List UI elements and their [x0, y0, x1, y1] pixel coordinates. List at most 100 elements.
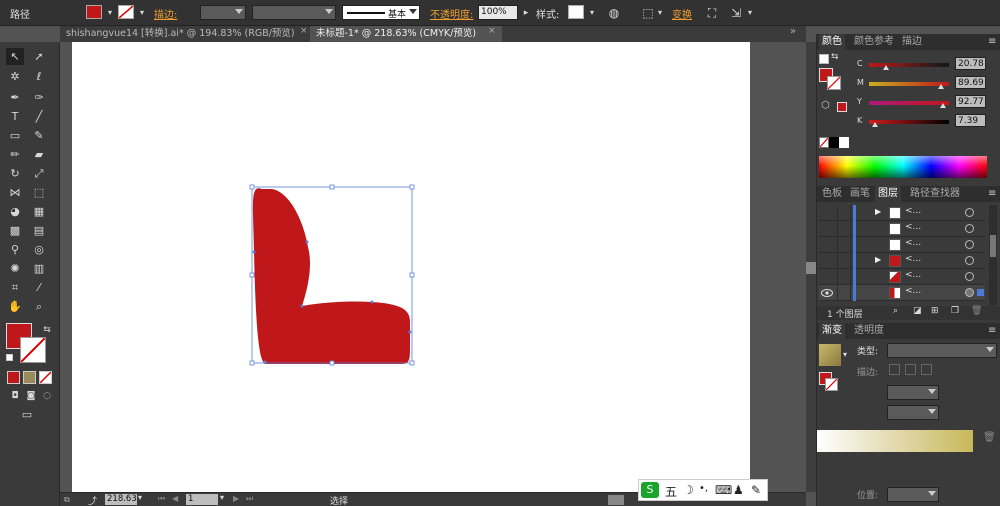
layer-name[interactable]: <... [905, 206, 921, 216]
cyan-slider-knob[interactable] [882, 65, 889, 70]
locate-object-icon[interactable]: ⌕ [893, 306, 898, 316]
spectrum-none-swatch[interactable] [819, 137, 829, 148]
gradient-aspect-input[interactable] [887, 405, 939, 420]
vertical-scroll-thumb[interactable] [806, 262, 816, 274]
arrange-dropdown-icon[interactable]: ▾ [742, 5, 758, 21]
mesh-tool-icon[interactable]: ▩ [6, 222, 24, 239]
line-tool-icon[interactable]: ╱ [30, 108, 48, 125]
swap-colors-icon[interactable]: ⇆ [38, 322, 56, 339]
ime-mode-label[interactable]: 五 [665, 483, 677, 500]
lock-toggle[interactable] [837, 285, 851, 301]
eraser-tool-icon[interactable]: ▰ [30, 146, 48, 163]
paintbrush-tool-icon[interactable]: ✎ [30, 127, 48, 144]
layer-name[interactable]: <... [905, 286, 921, 296]
artboard-dropdown-icon[interactable]: ▾ [220, 493, 224, 502]
opacity-label[interactable]: 不透明度: [430, 6, 473, 21]
eyedropper-tool-icon[interactable]: ⚲ [6, 241, 24, 258]
tab-transparency[interactable]: 透明度 [851, 323, 887, 339]
stroke-gradient-option-icon[interactable] [921, 364, 932, 375]
layers-scroll-thumb[interactable] [990, 235, 996, 257]
lock-toggle[interactable] [837, 221, 851, 237]
stroke-gradient-option-icon[interactable] [905, 364, 916, 375]
vertical-scrollbar[interactable] [806, 42, 816, 492]
selection-tool-icon[interactable]: ↖ [6, 48, 24, 65]
next-artboard-icon[interactable]: ▶ [233, 494, 239, 503]
tab-color[interactable]: 颜色 [819, 34, 845, 50]
transform-link[interactable]: 变换 [672, 6, 692, 21]
half-width-icon[interactable]: ☽ [683, 483, 694, 497]
hand-tool-icon[interactable]: ✋ [6, 298, 24, 315]
cyan-slider[interactable] [869, 63, 949, 67]
prev-artboard-icon[interactable]: ◀ [172, 494, 178, 503]
layer-row[interactable]: <... [819, 269, 985, 285]
tab-layers[interactable]: 图层 [875, 186, 901, 202]
curvature-tool-icon[interactable]: ✑ [30, 89, 48, 106]
gradient-mode-icon[interactable] [23, 371, 36, 384]
draw-inside-icon[interactable]: ◌ [38, 388, 56, 405]
slice-tool-icon[interactable]: ⁄ [30, 279, 48, 296]
gradient-position-input[interactable] [887, 487, 939, 502]
stroke-label[interactable]: 描边: [154, 6, 177, 21]
punctuation-icon[interactable]: •, [699, 483, 708, 494]
cyan-value-input[interactable]: 20.78 [955, 57, 986, 70]
expand-triangle-icon[interactable]: ▶ [875, 255, 881, 264]
target-icon[interactable] [965, 208, 974, 217]
lock-toggle[interactable] [837, 237, 851, 253]
artboard-tool-icon[interactable]: ⌗ [6, 279, 24, 296]
recolor-icon[interactable]: ◍ [606, 5, 622, 21]
layer-row[interactable]: <... [819, 237, 985, 253]
perspective-grid-tool-icon[interactable]: ▦ [30, 203, 48, 220]
lock-toggle[interactable] [837, 205, 851, 221]
layer-row[interactable]: ▶ <... [819, 253, 985, 269]
artboard-nav-icon[interactable]: ⧉ [64, 495, 70, 505]
zoom-popup-icon[interactable]: ⤴ [88, 494, 97, 506]
stroke-swatch[interactable] [118, 5, 134, 19]
rectangle-tool-icon[interactable]: ▭ [6, 127, 24, 144]
keyboard-icon[interactable]: ⌨ [715, 483, 732, 497]
pencil-tool-icon[interactable]: ✏ [6, 146, 24, 163]
color-spectrum[interactable] [819, 156, 987, 178]
opacity-input[interactable]: 100% [478, 5, 518, 20]
close-icon[interactable]: × [300, 26, 308, 36]
selected-l-shape[interactable] [252, 188, 410, 364]
shape-builder-tool-icon[interactable]: ◕ [6, 203, 24, 220]
black-value-input[interactable]: 7.39 [955, 114, 986, 127]
yellow-value-input[interactable]: 92.77 [955, 95, 986, 108]
yellow-slider-knob[interactable] [940, 103, 947, 108]
magenta-slider-knob[interactable] [937, 84, 944, 89]
tabs-overflow-icon[interactable]: » [790, 26, 796, 37]
tab-stroke[interactable]: 描边 [899, 34, 925, 50]
target-icon[interactable] [965, 288, 974, 297]
layer-name[interactable]: <... [905, 270, 921, 280]
close-icon[interactable]: × [488, 26, 496, 36]
panel-menu-icon[interactable]: ≡ [985, 34, 999, 50]
layer-name[interactable]: <... [905, 222, 921, 232]
last-artboard-icon[interactable]: ⏭ [246, 494, 253, 504]
gradient-type-dropdown[interactable] [887, 343, 997, 358]
horizontal-scroll-thumb[interactable] [608, 495, 624, 505]
zoom-tool-icon[interactable]: ⌕ [30, 298, 48, 315]
panel-menu-icon[interactable]: ≡ [985, 186, 999, 202]
gradient-angle-input[interactable] [887, 385, 939, 400]
stroke-weight-dropdown[interactable] [200, 5, 246, 20]
symbol-sprayer-tool-icon[interactable]: ✺ [6, 260, 24, 277]
gradient-stroke-box[interactable] [825, 378, 838, 391]
gradient-preview-swatch[interactable] [819, 344, 841, 366]
graphic-style-swatch[interactable] [568, 5, 584, 19]
settings-tool-icon[interactable]: ✎ [751, 483, 761, 497]
tab-gradient[interactable]: 渐变 [819, 323, 845, 339]
gradient-preview-dropdown-icon[interactable]: ▾ [843, 350, 847, 359]
zoom-input[interactable]: 218.63 [105, 494, 137, 505]
opacity-arrow-icon[interactable]: ▸ [518, 5, 534, 21]
layer-row[interactable]: ▶ <... [819, 205, 985, 221]
brush-definition-dropdown[interactable]: 基本 [342, 5, 420, 20]
graph-tool-icon[interactable]: ▥ [30, 260, 48, 277]
fill-dropdown-icon[interactable]: ▾ [102, 5, 118, 21]
black-slider[interactable] [869, 120, 949, 124]
target-icon[interactable] [965, 224, 974, 233]
blend-tool-icon[interactable]: ◎ [30, 241, 48, 258]
target-icon[interactable] [965, 272, 974, 281]
first-artboard-icon[interactable]: ⏮ [158, 494, 165, 504]
type-tool-icon[interactable]: T [6, 108, 24, 125]
screen-mode-icon[interactable]: ▭ [18, 406, 36, 423]
